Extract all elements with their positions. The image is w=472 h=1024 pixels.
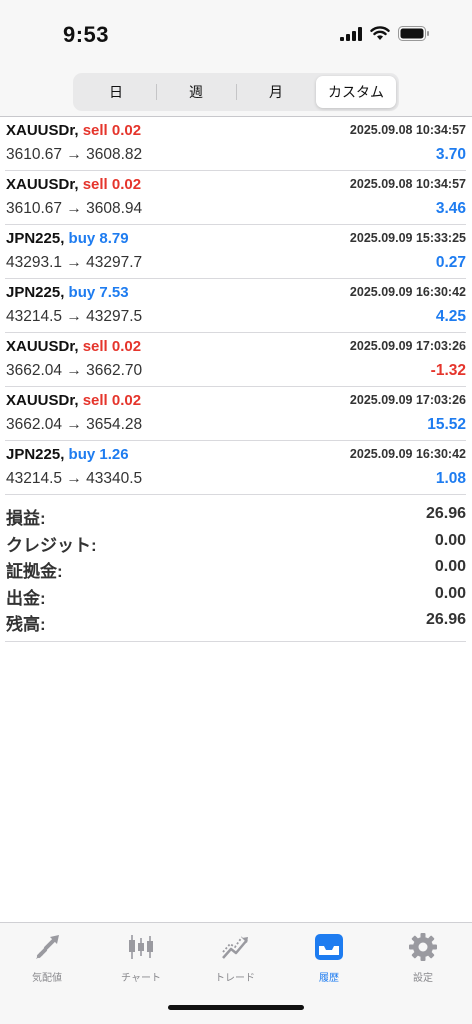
- trade-time: 2025.09.08 10:34:57: [349, 177, 466, 191]
- trade-prices: 43214.5 → 43340.5: [6, 470, 143, 487]
- history-inbox-icon: [282, 931, 376, 963]
- trade-title: JPN225, buy 8.79: [6, 230, 129, 247]
- trade-symbol: XAUUSDr,: [6, 176, 79, 193]
- trade-profit: 1.08: [435, 470, 466, 487]
- trade-symbol: JPN225,: [6, 284, 65, 301]
- trade-row[interactable]: JPN225, buy 7.53 2025.09.09 16:30:42 432…: [5, 279, 466, 333]
- trade-profit: 4.25: [435, 308, 466, 325]
- segment-custom[interactable]: カスタム: [316, 76, 396, 108]
- tab-chart[interactable]: チャート: [94, 931, 188, 984]
- tab-quotes[interactable]: 気配値: [0, 931, 94, 984]
- trade-prices: 3662.04 → 3662.70: [6, 362, 143, 379]
- tab-trade[interactable]: トレード: [188, 931, 282, 984]
- trade-profit: 15.52: [427, 416, 466, 433]
- summary-deposit-row: 証拠金: 0.00: [5, 555, 466, 582]
- summary-label: 証拠金:: [6, 562, 63, 581]
- trade-time: 2025.09.09 16:30:42: [349, 447, 466, 461]
- trade-title: XAUUSDr, sell 0.02: [6, 392, 141, 409]
- summary-withdrawal-row: 出金: 0.00: [5, 582, 466, 609]
- trade-symbol: JPN225,: [6, 230, 65, 247]
- status-bar: 9:53: [0, 0, 472, 70]
- trade-history-list: XAUUSDr, sell 0.02 2025.09.08 10:34:57 3…: [0, 117, 472, 495]
- summary-label: 残高:: [6, 615, 46, 634]
- summary-label: クレジット:: [6, 535, 97, 555]
- tab-label: 気配値: [32, 973, 62, 984]
- trade-side: sell 0.02: [82, 176, 142, 193]
- trade-side: buy 1.26: [68, 446, 129, 463]
- tab-label: 履歴: [319, 973, 339, 984]
- trade-profit: -1.32: [430, 362, 466, 379]
- trade-side: sell 0.02: [82, 392, 142, 409]
- tab-label: チャート: [121, 973, 161, 984]
- summary-value: 26.96: [425, 505, 466, 522]
- summary-value: 0.00: [434, 584, 466, 602]
- gear-icon: [376, 931, 470, 963]
- period-segmented-control: 日 週 月 カスタム: [73, 73, 399, 111]
- trade-row[interactable]: XAUUSDr, sell 0.02 2025.09.08 10:34:57 3…: [5, 171, 466, 225]
- trade-prices: 3662.04 → 3654.28: [6, 416, 143, 433]
- trade-time: 2025.09.08 10:34:57: [349, 123, 466, 137]
- trade-time: 2025.09.09 17:03:26: [349, 393, 466, 407]
- trade-profit: 3.46: [435, 200, 466, 217]
- trade-title: JPN225, buy 1.26: [6, 446, 129, 463]
- wifi-icon: [370, 26, 390, 46]
- summary-value: 0.00: [434, 531, 466, 549]
- trade-symbol: JPN225,: [6, 446, 65, 463]
- app-screen: 9:53 日 週 月 カスタム XAUUSDr, sell 0.02 2025.…: [0, 0, 472, 1024]
- tab-label: 設定: [413, 973, 433, 984]
- trade-profit: 3.70: [435, 146, 466, 163]
- battery-icon: [398, 26, 430, 46]
- trade-side: sell 0.02: [82, 338, 142, 355]
- home-indicator[interactable]: [168, 1005, 304, 1010]
- segment-week[interactable]: 週: [156, 76, 236, 108]
- trade-prices: 43293.1 → 43297.7: [6, 254, 143, 271]
- cellular-signal-icon: [340, 26, 362, 46]
- status-time: 9:53: [63, 22, 110, 47]
- tab-label: トレード: [215, 973, 255, 984]
- summary-label: 損益:: [6, 509, 46, 528]
- trade-symbol: XAUUSDr,: [6, 392, 79, 409]
- trade-prices: 43214.5 → 43297.5: [6, 308, 143, 325]
- trade-title: XAUUSDr, sell 0.02: [6, 338, 141, 355]
- period-header: 日 週 月 カスタム: [0, 70, 472, 116]
- trade-prices: 3610.67 → 3608.94: [6, 200, 143, 217]
- candlestick-chart-icon: [94, 931, 188, 963]
- trade-time: 2025.09.09 15:33:25: [349, 231, 466, 245]
- summary-value: 26.96: [425, 611, 466, 628]
- summary-value: 0.00: [434, 558, 466, 575]
- trade-row[interactable]: XAUUSDr, sell 0.02 2025.09.08 10:34:57 3…: [5, 117, 466, 171]
- segment-day[interactable]: 日: [76, 76, 156, 108]
- summary-balance-row: 残高: 26.96: [5, 608, 466, 635]
- trade-side: buy 7.53: [68, 284, 129, 301]
- trade-symbol: XAUUSDr,: [6, 122, 79, 139]
- summary-profit-row: 損益: 26.96: [5, 502, 466, 529]
- quotes-arrows-icon: [0, 931, 94, 963]
- trade-title: XAUUSDr, sell 0.02: [6, 176, 141, 193]
- trade-side: buy 8.79: [68, 230, 129, 247]
- trade-prices: 3610.67 → 3608.82: [6, 146, 143, 163]
- summary-credit-row: クレジット: 0.00: [5, 529, 466, 556]
- tab-settings[interactable]: 設定: [376, 931, 470, 984]
- trade-row[interactable]: XAUUSDr, sell 0.02 2025.09.09 17:03:26 3…: [5, 333, 466, 387]
- segment-month[interactable]: 月: [236, 76, 316, 108]
- trade-title: XAUUSDr, sell 0.02: [6, 122, 141, 139]
- trade-title: JPN225, buy 7.53: [6, 284, 129, 301]
- trade-row[interactable]: JPN225, buy 1.26 2025.09.09 16:30:42 432…: [5, 441, 466, 495]
- trade-trend-icon: [188, 931, 282, 963]
- account-summary: 損益: 26.96 クレジット: 0.00 証拠金: 0.00 出金: 0.00…: [5, 502, 466, 642]
- summary-label: 出金:: [6, 588, 46, 608]
- trade-row[interactable]: XAUUSDr, sell 0.02 2025.09.09 17:03:26 3…: [5, 387, 466, 441]
- trade-row[interactable]: JPN225, buy 8.79 2025.09.09 15:33:25 432…: [5, 225, 466, 279]
- tab-history[interactable]: 履歴: [282, 931, 376, 984]
- trade-side: sell 0.02: [82, 122, 142, 139]
- trade-time: 2025.09.09 16:30:42: [349, 285, 466, 299]
- status-icons: [340, 26, 430, 46]
- trade-time: 2025.09.09 17:03:26: [349, 339, 466, 353]
- trade-symbol: XAUUSDr,: [6, 338, 79, 355]
- trade-profit: 0.27: [435, 254, 466, 271]
